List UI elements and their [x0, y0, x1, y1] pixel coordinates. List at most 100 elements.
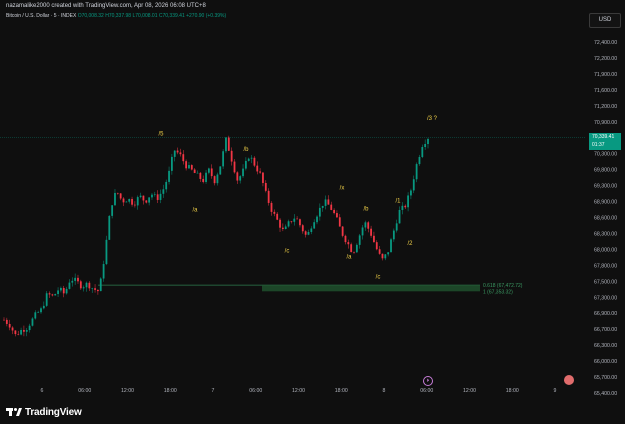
price-axis-label: 68,600.00: [594, 216, 617, 222]
time-axis-label: 06:00: [420, 388, 433, 394]
time-axis: 6 06:00 12:00 18:00 7 06:00 12:00 18:00 8 06:00 12…: [41, 388, 557, 394]
candle-body: [250, 157, 253, 159]
candle-body: [219, 166, 222, 175]
candle-body: [122, 198, 125, 203]
candle-body: [233, 161, 236, 173]
candle-body: [239, 176, 242, 181]
candle-body: [34, 312, 37, 319]
time-axis-label: 18:00: [164, 388, 177, 394]
price-axis-label: 66,700.00: [594, 327, 617, 333]
candle-body: [307, 231, 310, 235]
candle-body: [296, 218, 299, 220]
candle-body: [247, 158, 250, 161]
candle-body: [392, 230, 395, 240]
candle-body: [293, 218, 296, 222]
fib-label: 0.618 (67,472.72): [483, 283, 523, 289]
candle-body: [25, 330, 28, 332]
price-axis-label: 70,900.00: [594, 120, 617, 126]
candle-body: [37, 312, 40, 313]
candle-body: [54, 294, 57, 296]
wave-label: /a: [192, 207, 198, 213]
tradingview-logo: TradingView: [6, 405, 82, 419]
time-axis-label: 7: [212, 388, 215, 394]
candle-body: [327, 199, 330, 205]
price-axis-label: 66,000.00: [594, 359, 617, 365]
candle-body: [395, 223, 398, 231]
candle-body: [142, 195, 145, 201]
price-axis-label: 66,900.00: [594, 311, 617, 317]
time-axis-label: 12:00: [292, 388, 305, 394]
candle-body: [62, 287, 65, 294]
candle-body: [85, 282, 88, 288]
candle-body: [131, 198, 133, 205]
candle-body: [378, 249, 381, 254]
candle-body: [116, 192, 119, 194]
candle-body: [156, 194, 159, 200]
wave-label: /3 ?: [427, 116, 438, 122]
wave-label: /x: [340, 186, 345, 192]
candle-body: [125, 201, 128, 203]
candle-body: [273, 211, 276, 214]
candle-body: [421, 147, 424, 157]
candle-body: [350, 244, 353, 253]
candle-body: [427, 138, 429, 145]
candle-body: [20, 329, 22, 335]
price-axis-label: 72,200.00: [594, 56, 617, 62]
candle-body: [264, 182, 267, 191]
price-axis-label: 66,300.00: [594, 343, 617, 349]
candle-body: [102, 264, 105, 279]
wave-labels: /5/a/b/c/x/a/b/c/1/2/3 ?: [158, 116, 437, 280]
candle-body: [242, 168, 244, 177]
tradingview-logo-text: TradingView: [25, 406, 82, 418]
time-axis-label: 12:00: [463, 388, 476, 394]
candle-body: [236, 172, 239, 181]
candle-body: [77, 277, 79, 282]
candle-body: [108, 215, 111, 240]
candle-body: [60, 287, 62, 291]
price-axis-label: 69,300.00: [594, 184, 617, 190]
candle-body: [11, 327, 14, 331]
candle-body: [375, 242, 378, 250]
candle-body: [387, 252, 390, 255]
candle-body: [182, 154, 185, 162]
candle-body: [418, 156, 421, 165]
candle-body: [276, 213, 279, 220]
candle-body: [299, 219, 301, 226]
price-axis-label: 67,500.00: [594, 279, 617, 285]
candle-body: [14, 330, 17, 335]
candle-body: [216, 174, 219, 184]
candle-body: [370, 228, 372, 236]
candle-body: [407, 195, 409, 208]
fib-label: 1 (67,353.32): [483, 289, 513, 295]
candle-body: [105, 239, 108, 265]
candle-body: [165, 181, 168, 190]
candle-body: [28, 325, 31, 331]
candle-body: [51, 294, 54, 296]
candle-body: [210, 168, 213, 177]
candle-body: [355, 244, 358, 253]
candle-body: [57, 290, 59, 295]
candle-body: [88, 282, 91, 289]
candle-body: [8, 323, 11, 328]
candle-body: [358, 235, 361, 245]
price-axis: 72,400.00 72,200.00 71,900.00 71,600.00 71,2…: [594, 40, 617, 397]
price-axis-label: 67,800.00: [594, 263, 617, 269]
candle-body: [347, 242, 350, 245]
candle-body: [230, 150, 233, 162]
candle-body: [410, 190, 412, 196]
price-chart[interactable]: 0.618 (67,472.72)1 (67,353.32) /5/a/b/c/…: [0, 0, 625, 424]
time-axis-label: 06:00: [78, 388, 91, 394]
time-axis-label: 06:00: [249, 388, 262, 394]
candle-body: [40, 308, 42, 313]
candle-body: [71, 280, 74, 283]
wave-label: /b: [243, 147, 249, 153]
fib-zone-box: [262, 285, 480, 292]
wave-label: /a: [346, 255, 352, 261]
replay-icon[interactable]: ⏵: [423, 376, 433, 386]
wave-label: /5: [158, 131, 164, 137]
flag-icon[interactable]: [564, 375, 574, 385]
candle-body: [45, 293, 48, 306]
wave-label: /b: [363, 207, 369, 213]
candle-body: [3, 319, 5, 321]
candle-body: [193, 169, 196, 174]
